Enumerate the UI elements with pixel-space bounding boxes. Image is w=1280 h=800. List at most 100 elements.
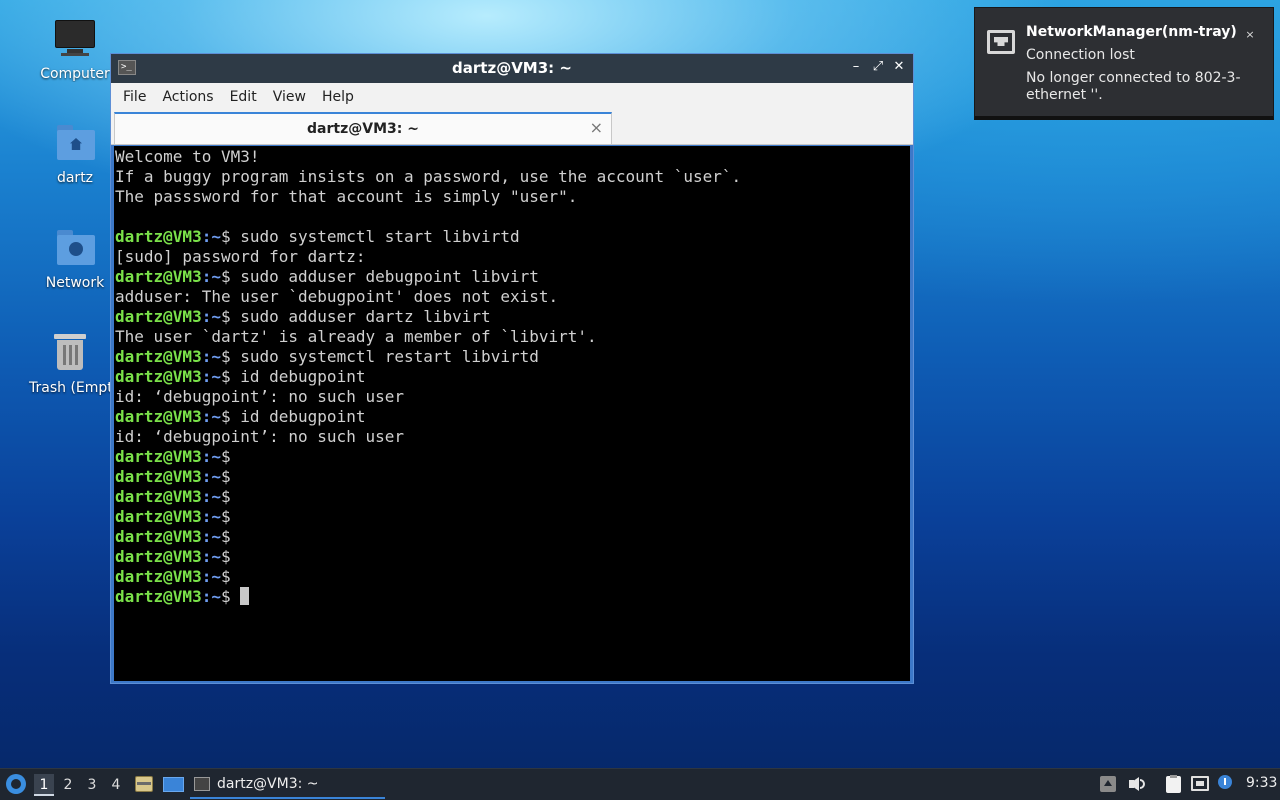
volume-icon[interactable] bbox=[1127, 775, 1145, 793]
clipboard-icon[interactable] bbox=[1164, 775, 1182, 793]
workspace-1[interactable]: 1 bbox=[34, 774, 54, 796]
prompt-user: dartz@VM3 bbox=[115, 467, 202, 486]
prompt-path: :~ bbox=[201, 227, 221, 246]
tab-bar: dartz@VM3: ~ × bbox=[111, 111, 913, 145]
desktop-icon-label: dartz bbox=[56, 170, 94, 186]
terminal-line: dartz@VM3:~$ bbox=[115, 487, 910, 507]
file-manager-icon[interactable] bbox=[134, 775, 154, 793]
menu-edit[interactable]: Edit bbox=[222, 89, 265, 105]
taskbar: 1 2 3 4 dartz@VM3: ~ 9:33 bbox=[0, 768, 1280, 800]
prompt-path: :~ bbox=[201, 467, 221, 486]
terminal-line: [sudo] password for dartz: bbox=[115, 247, 366, 266]
terminal-line: Welcome to VM3! bbox=[115, 147, 260, 166]
menu-file[interactable]: File bbox=[115, 89, 154, 105]
start-menu-button[interactable] bbox=[5, 773, 27, 795]
desktop-icon-label: Computer bbox=[40, 66, 110, 82]
menu-actions[interactable]: Actions bbox=[154, 89, 221, 105]
tab-label: dartz@VM3: ~ bbox=[307, 121, 419, 137]
terminal-tab[interactable]: dartz@VM3: ~ × bbox=[114, 112, 612, 144]
network-folder-icon bbox=[53, 227, 97, 271]
tray-up-arrow-icon[interactable] bbox=[1099, 775, 1117, 793]
terminal-line: dartz@VM3:~$ bbox=[115, 587, 910, 607]
prompt-path: :~ bbox=[201, 267, 221, 286]
terminal-line-text: $ sudo systemctl restart libvirtd bbox=[220, 347, 539, 366]
prompt-path: :~ bbox=[201, 567, 221, 586]
menu-bar: File Actions Edit View Help bbox=[111, 83, 913, 111]
terminal-line: dartz@VM3:~$ bbox=[115, 567, 910, 587]
terminal-line: dartz@VM3:~$ sudo systemctl start libvir… bbox=[115, 227, 910, 247]
terminal-line: The passsword for that account is simply… bbox=[115, 187, 578, 206]
terminal-line-text: $ sudo adduser dartz libvirt bbox=[220, 307, 491, 326]
terminal-line: dartz@VM3:~$ bbox=[115, 507, 910, 527]
desktop-icon-label: Trash (Empt bbox=[29, 380, 113, 396]
taskbar-item-terminal[interactable]: dartz@VM3: ~ bbox=[190, 771, 385, 799]
prompt-path: :~ bbox=[201, 367, 221, 386]
terminal-line: dartz@VM3:~$ sudo adduser dartz libvirt bbox=[115, 307, 910, 327]
prompt-user: dartz@VM3 bbox=[115, 267, 202, 286]
terminal-output[interactable]: Welcome to VM3! If a buggy program insist… bbox=[114, 146, 910, 681]
terminal-line: If a buggy program insists on a password… bbox=[115, 167, 742, 186]
terminal-line-text: $ bbox=[220, 547, 231, 566]
terminal-line: adduser: The user `debugpoint' does not … bbox=[115, 287, 559, 306]
terminal-line: dartz@VM3:~$ bbox=[115, 447, 910, 467]
prompt-path: :~ bbox=[201, 507, 221, 526]
prompt-user: dartz@VM3 bbox=[115, 487, 202, 506]
menu-view[interactable]: View bbox=[265, 89, 314, 105]
prompt-user: dartz@VM3 bbox=[115, 367, 202, 386]
maximize-button[interactable]: ⤢ bbox=[869, 58, 887, 76]
terminal-line-text: $ bbox=[220, 507, 231, 526]
desktop-icon-label: Network bbox=[45, 275, 105, 291]
notification-close-button[interactable]: × bbox=[1241, 26, 1259, 44]
terminal-line-text: $ bbox=[220, 447, 231, 466]
window-titlebar[interactable]: >_ dartz@VM3: ~ – ⤢ ✕ bbox=[111, 54, 913, 83]
prompt-path: :~ bbox=[201, 347, 221, 366]
terminal-window[interactable]: >_ dartz@VM3: ~ – ⤢ ✕ File Actions Edit … bbox=[110, 53, 914, 684]
clock[interactable]: 9:33 bbox=[1246, 775, 1277, 791]
network-status-icon[interactable] bbox=[1191, 775, 1209, 793]
terminal-line: The user `dartz' is already a member of … bbox=[115, 327, 597, 346]
prompt-path: :~ bbox=[201, 487, 221, 506]
prompt-path: :~ bbox=[201, 447, 221, 466]
notification-title: NetworkManager(nm-tray) bbox=[1026, 24, 1237, 40]
prompt-path: :~ bbox=[201, 307, 221, 326]
terminal-line: dartz@VM3:~$ bbox=[115, 547, 910, 567]
prompt-user: dartz@VM3 bbox=[115, 407, 202, 426]
tab-close-icon[interactable]: × bbox=[590, 118, 603, 137]
terminal-line: id: ‘debugpoint’: no such user bbox=[115, 427, 404, 446]
workspace-4[interactable]: 4 bbox=[106, 774, 126, 796]
terminal-line-text: $ id debugpoint bbox=[220, 367, 366, 386]
workspace-2[interactable]: 2 bbox=[58, 774, 78, 796]
prompt-path: :~ bbox=[201, 527, 221, 546]
home-folder-icon bbox=[53, 122, 97, 166]
terminal-line: dartz@VM3:~$ bbox=[115, 527, 910, 547]
trash-icon bbox=[48, 332, 92, 376]
notification-summary: Connection lost bbox=[1026, 47, 1135, 63]
desktop-icon-trash[interactable]: Trash (Empt bbox=[22, 332, 118, 396]
terminal-line-text: $ bbox=[220, 487, 231, 506]
prompt-user: dartz@VM3 bbox=[115, 527, 202, 546]
show-desktop-icon[interactable] bbox=[163, 775, 184, 793]
notification-info-icon[interactable] bbox=[1217, 775, 1235, 793]
terminal-line-text: $ bbox=[220, 527, 231, 546]
terminal-line: dartz@VM3:~$ bbox=[115, 467, 910, 487]
notification-popup[interactable]: NetworkManager(nm-tray) Connection lost … bbox=[974, 7, 1274, 120]
workspace-3[interactable]: 3 bbox=[82, 774, 102, 796]
desktop-icon-network[interactable]: Network bbox=[27, 227, 123, 291]
prompt-user: dartz@VM3 bbox=[115, 587, 202, 606]
prompt-user: dartz@VM3 bbox=[115, 347, 202, 366]
prompt-user: dartz@VM3 bbox=[115, 547, 202, 566]
terminal-line-text: $ id debugpoint bbox=[220, 407, 366, 426]
desktop-icon-computer[interactable]: Computer bbox=[27, 18, 123, 82]
desktop-icon-home-folder[interactable]: dartz bbox=[27, 122, 123, 186]
taskbar-item-label: dartz@VM3: ~ bbox=[217, 776, 319, 792]
minimize-button[interactable]: – bbox=[847, 58, 865, 76]
prompt-path: :~ bbox=[201, 587, 221, 606]
terminal-line: id: ‘debugpoint’: no such user bbox=[115, 387, 404, 406]
close-button[interactable]: ✕ bbox=[890, 58, 908, 76]
menu-help[interactable]: Help bbox=[314, 89, 362, 105]
prompt-user: dartz@VM3 bbox=[115, 507, 202, 526]
terminal-line-text: $ bbox=[220, 587, 241, 606]
prompt-path: :~ bbox=[201, 547, 221, 566]
terminal-line: dartz@VM3:~$ sudo systemctl restart libv… bbox=[115, 347, 910, 367]
